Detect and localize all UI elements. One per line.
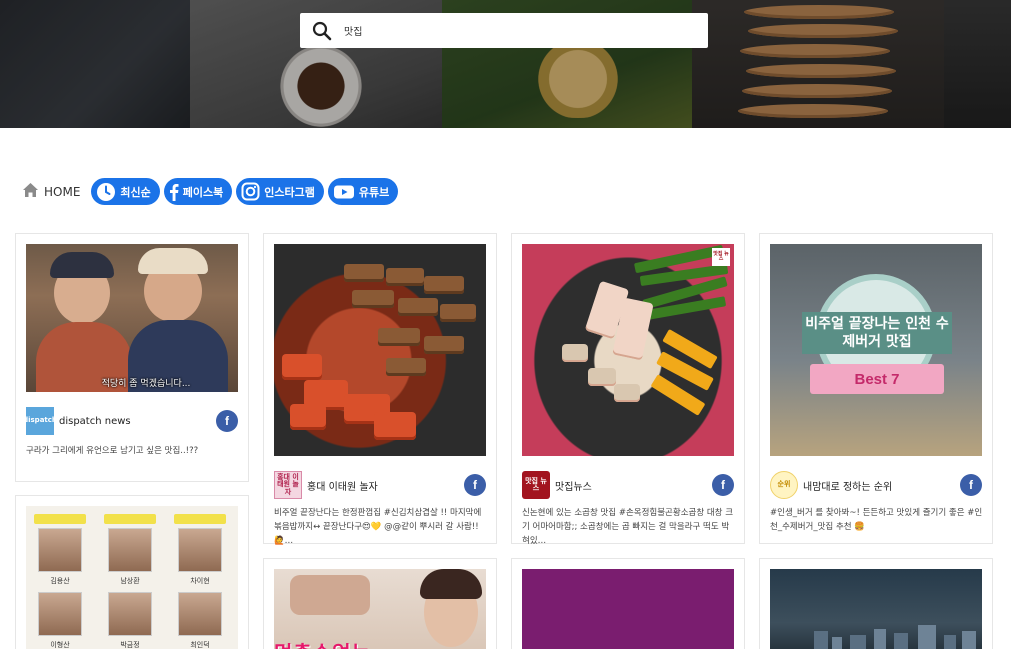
post-source-row: 홍대 이태원 놀자 홍대 이태원 놀자 f bbox=[274, 471, 486, 499]
filter-youtube-label: 유튜브 bbox=[358, 185, 390, 199]
post-thumbnail[interactable]: 맛집 뉴스 bbox=[522, 244, 734, 456]
post-thumbnail[interactable] bbox=[522, 569, 734, 649]
post-thumbnail[interactable] bbox=[770, 569, 982, 649]
post-card[interactable]: 비주얼 끝장나는 인천 수제버거 맛집 Best 7 순위 내맘대로 정하는 순… bbox=[759, 233, 993, 544]
source-logo: 홍대 이태원 놀자 bbox=[274, 471, 302, 499]
post-card[interactable]: 김용산 남상환 차이현 이형산 박금정 최인덕 bbox=[15, 495, 249, 649]
post-card[interactable] bbox=[511, 558, 745, 649]
post-card[interactable]: 먹출수없는 bbox=[263, 558, 497, 649]
youtube-icon bbox=[333, 184, 355, 200]
post-thumbnail[interactable]: 비주얼 끝장나는 인천 수제버거 맛집 Best 7 bbox=[770, 244, 982, 456]
post-card[interactable]: 맛집 뉴스 맛집 뉴스 맛집뉴스 f 신논현에 있는 소곱창 맛집 #손옥정힘불… bbox=[511, 233, 745, 546]
post-card[interactable]: 홍대 이태원 놀자 홍대 이태원 놀자 f 비주얼 끝장난다는 한정판껍집 #신… bbox=[263, 233, 497, 546]
filter-instagram-button[interactable]: 인스타그램 bbox=[236, 178, 324, 205]
facebook-share-icon[interactable]: f bbox=[712, 474, 734, 496]
post-description[interactable]: 구라가 그리에게 유언으로 남기고 싶은 맛집..!?? bbox=[26, 444, 240, 458]
hero-banner bbox=[0, 0, 1011, 128]
grid-name: 최인덕 bbox=[190, 641, 210, 649]
grid-name: 차이현 bbox=[190, 577, 210, 585]
search-input[interactable] bbox=[344, 25, 684, 36]
post-description[interactable]: 신논현에 있는 소곱창 맛집 #손옥정힘불곤황소곱창 대창 크기 어마어마함;;… bbox=[522, 506, 736, 548]
home-icon bbox=[22, 182, 39, 202]
thumbnail-caption: 적당히 좀 먹겠습니다... bbox=[101, 379, 191, 389]
filter-nav: HOME 최신순 페이스북 인스타그램 유튜브 bbox=[22, 178, 402, 205]
search-bar[interactable] bbox=[300, 13, 708, 48]
filter-facebook-label: 페이스북 bbox=[182, 185, 224, 199]
facebook-share-icon[interactable]: f bbox=[216, 410, 238, 432]
clock-icon bbox=[96, 182, 116, 202]
post-source-row: 순위 내맘대로 정하는 순위 f bbox=[770, 471, 982, 499]
post-source-row: 맛집 뉴스 맛집뉴스 f bbox=[522, 471, 734, 499]
search-icon[interactable] bbox=[300, 13, 344, 48]
source-name[interactable]: 홍대 이태원 놀자 bbox=[307, 478, 464, 493]
filter-youtube-button[interactable]: 유튜브 bbox=[327, 178, 399, 205]
grid-name: 남상환 bbox=[120, 577, 140, 585]
post-description[interactable]: #인생_버거 를 찾아봐~! 든든하고 맛있게 즐기기 좋은 #인천_수제버거_… bbox=[770, 506, 984, 534]
instagram-icon bbox=[241, 182, 260, 201]
filter-instagram-label: 인스타그램 bbox=[264, 185, 315, 199]
post-card[interactable] bbox=[759, 558, 993, 649]
post-thumbnail[interactable] bbox=[274, 244, 486, 456]
grid-name: 김용산 bbox=[50, 577, 70, 585]
filter-latest-label: 최신순 bbox=[120, 185, 151, 199]
source-logo: dispatch bbox=[26, 407, 54, 435]
thumbnail-watermark: 맛집 뉴스 bbox=[712, 248, 730, 266]
source-name[interactable]: 맛집뉴스 bbox=[555, 478, 712, 493]
post-thumbnail[interactable]: 먹출수없는 bbox=[274, 569, 486, 649]
facebook-icon bbox=[169, 183, 179, 201]
grid-name: 박금정 bbox=[120, 641, 140, 649]
source-name[interactable]: 내맘대로 정하는 순위 bbox=[803, 478, 960, 493]
thumbnail-best-label: Best 7 bbox=[810, 364, 944, 394]
source-logo: 맛집 뉴스 bbox=[522, 471, 550, 499]
facebook-share-icon[interactable]: f bbox=[464, 474, 486, 496]
grid-name: 이형산 bbox=[50, 641, 70, 649]
filter-latest-button[interactable]: 최신순 bbox=[91, 178, 160, 205]
home-label: HOME bbox=[44, 184, 81, 199]
thumbnail-title: 비주얼 끝장나는 인천 수제버거 맛집 bbox=[802, 312, 952, 354]
post-thumbnail[interactable]: 김용산 남상환 차이현 이형산 박금정 최인덕 bbox=[26, 506, 238, 649]
home-link[interactable]: HOME bbox=[22, 182, 80, 202]
facebook-share-icon[interactable]: f bbox=[960, 474, 982, 496]
post-thumbnail[interactable]: 적당히 좀 먹겠습니다... bbox=[26, 244, 238, 392]
post-description[interactable]: 비주얼 끝장난다는 한정판껍집 #신김치삼겹살 !! 마지막에 볶음밥까지↔ 끝… bbox=[274, 506, 488, 548]
source-logo: 순위 bbox=[770, 471, 798, 499]
post-card[interactable]: 적당히 좀 먹겠습니다... dispatch dispatch news f … bbox=[15, 233, 249, 482]
source-name[interactable]: dispatch news bbox=[59, 416, 216, 427]
post-source-row: dispatch dispatch news f bbox=[26, 407, 238, 435]
thumbnail-banner-text: 먹출수없는 bbox=[274, 637, 439, 649]
filter-facebook-button[interactable]: 페이스북 bbox=[163, 178, 233, 205]
